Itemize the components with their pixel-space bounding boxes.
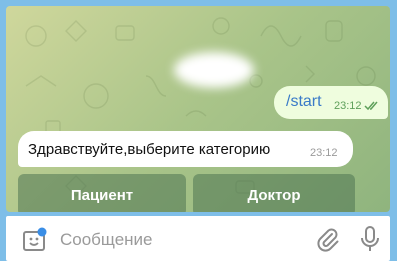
outgoing-message-time: 23:12 bbox=[334, 100, 362, 112]
incoming-message-text: Здравствуйте,выберите категорию bbox=[28, 141, 271, 158]
chat-background: /start 23:12 Здравствуйте,выберите катег… bbox=[6, 6, 390, 212]
keyboard-button-doctor[interactable]: Доктор bbox=[193, 174, 355, 212]
paperclip-icon[interactable] bbox=[314, 226, 340, 252]
keyboard-button-patient[interactable]: Пациент bbox=[18, 174, 186, 212]
emoji-sticker-icon[interactable] bbox=[22, 227, 48, 253]
incoming-message-time: 23:12 bbox=[310, 147, 338, 159]
blurred-overlay bbox=[174, 52, 254, 88]
message-input[interactable]: Сообщение bbox=[60, 230, 153, 250]
microphone-icon[interactable] bbox=[358, 225, 382, 253]
outgoing-message-bubble[interactable]: /start 23:12 bbox=[274, 86, 388, 119]
outgoing-message-text[interactable]: /start bbox=[286, 93, 322, 111]
message-composer[interactable]: Сообщение bbox=[6, 216, 390, 261]
double-check-icon bbox=[364, 98, 380, 116]
telegram-chat-screen: /start 23:12 Здравствуйте,выберите катег… bbox=[0, 0, 397, 261]
incoming-message-bubble[interactable]: Здравствуйте,выберите категорию 23:12 bbox=[18, 131, 353, 167]
